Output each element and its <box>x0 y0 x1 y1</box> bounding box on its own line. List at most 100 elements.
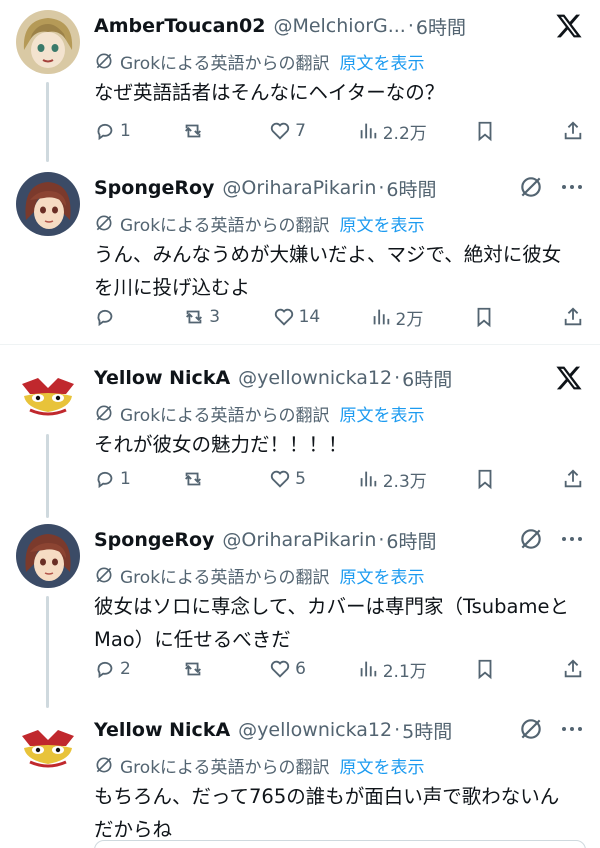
heart-icon <box>273 306 295 328</box>
analytics-icon <box>370 306 392 328</box>
tweet[interactable]: SpongeRoy @OriharaPikarin · 6時間 Grokによる英… <box>0 168 600 338</box>
share-button[interactable] <box>562 468 584 490</box>
avatar[interactable] <box>16 714 80 778</box>
bookmark-button[interactable] <box>474 120 514 142</box>
retweet-button[interactable]: 3 <box>183 306 223 328</box>
retweet-icon <box>183 306 205 328</box>
timestamp[interactable]: 6時間 <box>386 175 436 202</box>
share-button[interactable] <box>562 658 584 680</box>
share-icon <box>562 120 584 142</box>
separator: · <box>407 15 414 37</box>
user-handle[interactable]: @yellownicka12 <box>238 367 392 389</box>
translation-notice: Grokによる英語からの翻訳 原文を表示 <box>94 562 425 588</box>
bookmark-button[interactable] <box>474 468 514 490</box>
retweet-icon <box>182 468 204 490</box>
reply-button[interactable]: 1 <box>94 468 134 490</box>
grok-icon[interactable] <box>518 174 544 200</box>
show-original-link[interactable]: 原文を表示 <box>340 211 425 236</box>
bookmark-button[interactable] <box>474 658 514 680</box>
show-original-link[interactable]: 原文を表示 <box>340 401 425 426</box>
bookmark-icon <box>473 306 495 328</box>
share-button[interactable] <box>562 306 584 328</box>
share-button[interactable] <box>562 120 584 142</box>
tweet-text: うん、みんなうめが大嫌いだよ、マジで、絶対に彼女を川に投げ込むよ <box>94 243 562 299</box>
reply-count: 2 <box>120 659 131 679</box>
action-bar: 2 6 2.1万 <box>94 654 584 684</box>
tweet[interactable]: Yellow NickA @yellownicka12 · 6時間 Grokによ… <box>0 358 600 518</box>
translation-label: Grokによる英語からの翻訳 <box>120 757 330 778</box>
display-name[interactable]: AmberToucan02 <box>94 15 265 37</box>
reply-count: 1 <box>120 121 131 141</box>
grok-icon[interactable] <box>518 526 544 552</box>
reply-input-edge[interactable] <box>94 840 586 848</box>
heart-icon <box>269 658 291 680</box>
display-name[interactable]: SpongeRoy <box>94 177 214 199</box>
reply-icon <box>94 120 116 142</box>
timestamp[interactable]: 5時間 <box>402 717 452 744</box>
separator: · <box>394 719 401 741</box>
user-handle[interactable]: @OriharaPikarin <box>222 529 376 551</box>
avatar[interactable] <box>16 524 80 588</box>
view-count: 2万 <box>395 309 424 330</box>
avatar[interactable] <box>16 172 80 236</box>
like-button[interactable]: 5 <box>269 468 309 490</box>
show-original-link[interactable]: 原文を表示 <box>340 563 425 588</box>
show-original-link[interactable]: 原文を表示 <box>340 49 425 74</box>
bookmark-icon <box>474 120 496 142</box>
more-options-icon[interactable] <box>562 185 584 189</box>
retweet-icon <box>182 120 204 142</box>
share-icon <box>562 468 584 490</box>
heart-icon <box>269 120 291 142</box>
retweet-button[interactable] <box>182 120 222 142</box>
grok-translate-icon <box>94 403 120 423</box>
bookmark-icon <box>474 468 496 490</box>
like-button[interactable]: 6 <box>269 658 309 680</box>
like-button[interactable]: 14 <box>273 306 320 328</box>
avatar[interactable] <box>16 362 80 426</box>
translation-label: Grokによる英語からの翻訳 <box>120 215 330 236</box>
thread-divider <box>0 344 600 345</box>
views-button[interactable]: 2.2万 <box>357 119 427 144</box>
like-button[interactable]: 7 <box>269 120 309 142</box>
display-name[interactable]: Yellow NickA <box>94 367 230 389</box>
reply-icon <box>94 468 116 490</box>
timestamp[interactable]: 6時間 <box>416 13 466 40</box>
translation-notice: Grokによる英語からの翻訳 原文を表示 <box>94 752 425 778</box>
like-count: 7 <box>295 121 306 141</box>
timestamp[interactable]: 6時間 <box>402 365 452 392</box>
thread-line <box>46 596 49 708</box>
user-handle[interactable]: @yellownicka12 <box>238 719 392 741</box>
tweet[interactable]: SpongeRoy @OriharaPikarin · 6時間 Grokによる英… <box>0 520 600 708</box>
reply-button[interactable] <box>94 306 134 328</box>
translation-label: Grokによる英語からの翻訳 <box>120 405 330 426</box>
more-options-icon[interactable] <box>562 537 584 541</box>
grok-icon[interactable] <box>518 716 544 742</box>
reply-button[interactable]: 1 <box>94 120 134 142</box>
show-original-link[interactable]: 原文を表示 <box>340 753 425 778</box>
retweet-count: 3 <box>209 307 221 327</box>
bookmark-button[interactable] <box>473 306 513 328</box>
user-handle[interactable]: @OriharaPikarin <box>222 177 376 199</box>
tweet[interactable]: Yellow NickA @yellownicka12 · 5時間 Grokによ… <box>0 710 600 848</box>
retweet-icon <box>182 658 204 680</box>
reply-icon <box>94 306 116 328</box>
reply-button[interactable]: 2 <box>94 658 134 680</box>
like-count: 6 <box>295 659 306 679</box>
retweet-button[interactable] <box>182 658 222 680</box>
views-button[interactable]: 2万 <box>370 305 424 330</box>
display-name[interactable]: SpongeRoy <box>94 529 214 551</box>
views-button[interactable]: 2.1万 <box>357 657 427 682</box>
user-handle[interactable]: @MelchiorG... <box>273 15 405 37</box>
more-options-icon[interactable] <box>562 727 584 731</box>
retweet-button[interactable] <box>182 468 222 490</box>
tweet-text: なぜ英語話者はそんなにヘイターなの？ <box>94 81 445 104</box>
tweet[interactable]: AmberToucan02 @MelchiorG... · 6時間 Grokによ… <box>0 6 600 162</box>
views-button[interactable]: 2.3万 <box>357 467 427 492</box>
separator: · <box>378 177 385 199</box>
display-name[interactable]: Yellow NickA <box>94 719 230 741</box>
reply-thread: AmberToucan02 @MelchiorG... · 6時間 Grokによ… <box>0 0 600 848</box>
timestamp[interactable]: 6時間 <box>386 527 436 554</box>
avatar[interactable] <box>16 10 80 74</box>
translation-label: Grokによる英語からの翻訳 <box>120 53 330 74</box>
thread-line <box>46 434 49 518</box>
